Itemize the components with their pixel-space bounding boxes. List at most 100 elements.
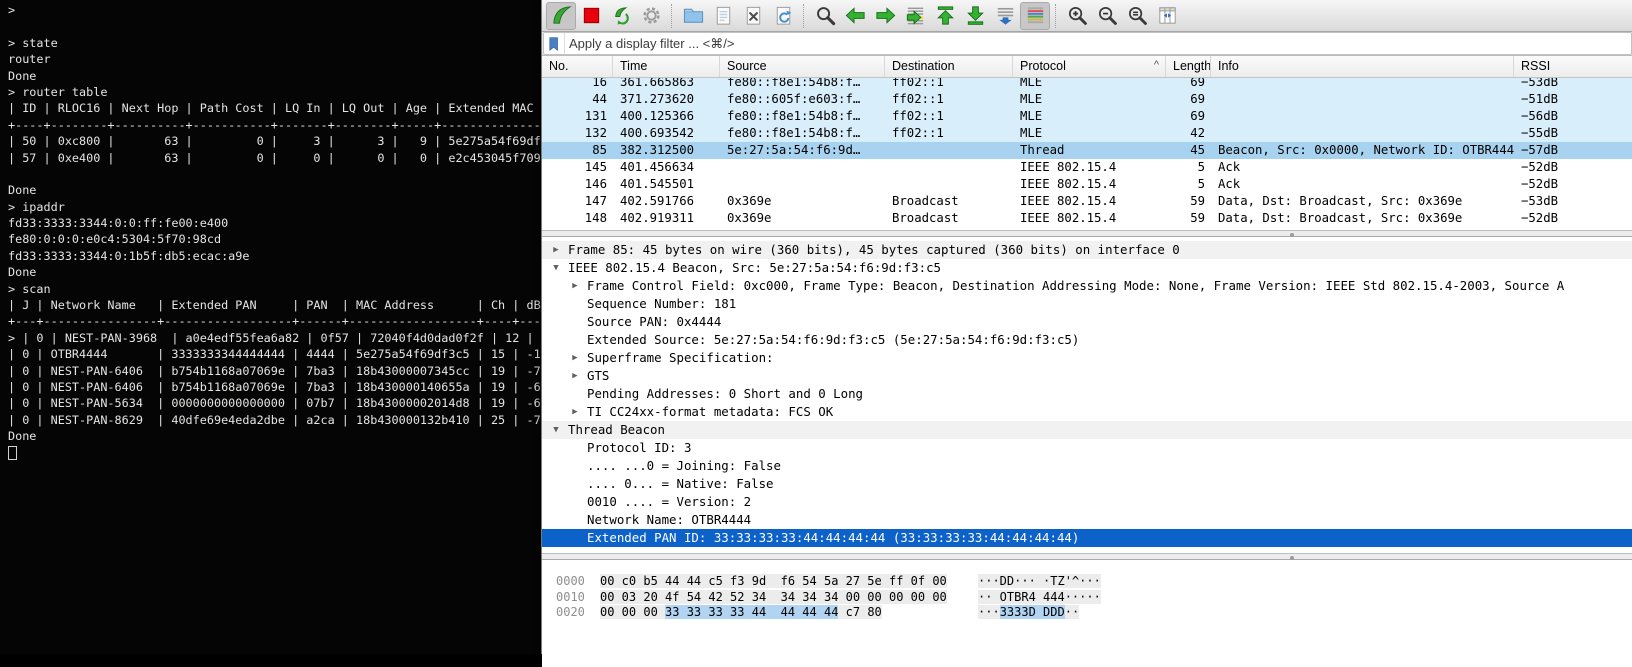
packet-row[interactable]: 145401.456634IEEE 802.15.45Ack−52dB bbox=[542, 159, 1632, 176]
bookmark-icon[interactable] bbox=[544, 33, 565, 54]
packet-row[interactable]: 132400.693542fe80::f8e1:54b8:f…ff02::1ML… bbox=[542, 125, 1632, 142]
detail-row[interactable]: .... ...0 = Joining: False bbox=[542, 457, 1632, 475]
previous-packet-button[interactable] bbox=[840, 2, 870, 30]
expand-arrow-icon[interactable]: ▶ bbox=[569, 349, 581, 367]
cell-src: fe80::f8e1:54b8:f… bbox=[720, 125, 885, 142]
zoom-in-button[interactable] bbox=[1062, 2, 1092, 30]
terminal-line: > ipaddr bbox=[8, 199, 556, 215]
expand-arrow-icon[interactable]: ▶ bbox=[569, 367, 581, 385]
detail-text: Extended PAN ID: 33:33:33:33:44:44:44:44… bbox=[587, 529, 1079, 547]
collapse-arrow-icon[interactable]: ▼ bbox=[550, 421, 562, 439]
start-capture-button[interactable] bbox=[546, 2, 576, 30]
terminal-line: fe80:0:0:0:e0c4:5304:5f70:98cd bbox=[8, 231, 556, 247]
save-file-button[interactable] bbox=[708, 2, 738, 30]
terminal-window[interactable]: >> staterouterDone> router table| ID | R… bbox=[0, 0, 556, 654]
hex-row[interactable]: 000000 c0 b5 44 44 c5 f3 9d f6 54 5a 27 … bbox=[542, 574, 1632, 590]
open-file-button[interactable] bbox=[678, 2, 708, 30]
column-header-src[interactable]: Source bbox=[720, 56, 885, 77]
packet-list: 16361.665863fe80::f8e1:54b8:f…ff02::1MLE… bbox=[542, 78, 1632, 230]
detail-row[interactable]: ▶TI CC24xx-format metadata: FCS OK bbox=[542, 403, 1632, 421]
collapse-arrow-icon[interactable]: ▼ bbox=[550, 259, 562, 277]
last-packet-button[interactable] bbox=[960, 2, 990, 30]
detail-row[interactable]: ▶Frame 85: 45 bytes on wire (360 bits), … bbox=[542, 241, 1632, 259]
reload-file-button[interactable] bbox=[768, 2, 798, 30]
packet-row[interactable]: 147402.5917660x369eBroadcastIEEE 802.15.… bbox=[542, 193, 1632, 210]
ascii-bytes: ···3333D DDD·· bbox=[978, 605, 1079, 620]
column-header-no[interactable]: No. bbox=[542, 56, 613, 77]
display-filter-input[interactable] bbox=[565, 36, 1631, 51]
packet-row[interactable]: 131400.125366fe80::f8e1:54b8:f…ff02::1ML… bbox=[542, 108, 1632, 125]
detail-row[interactable]: Pending Addresses: 0 Short and 0 Long bbox=[542, 385, 1632, 403]
expand-arrow-icon[interactable]: ▶ bbox=[569, 403, 581, 421]
expand-arrow-icon[interactable]: ▶ bbox=[569, 277, 581, 295]
column-header-len[interactable]: Length bbox=[1166, 56, 1211, 77]
detail-row[interactable]: ▶Frame Control Field: 0xc000, Frame Type… bbox=[542, 277, 1632, 295]
detail-row[interactable]: ▼ Thread Beacon bbox=[542, 421, 1632, 439]
next-packet-button[interactable] bbox=[870, 2, 900, 30]
zoom-original-button[interactable] bbox=[1122, 2, 1152, 30]
packet-row[interactable]: 148402.9193110x369eBroadcastIEEE 802.15.… bbox=[542, 210, 1632, 227]
cell-len: 69 bbox=[1166, 91, 1211, 108]
arrow-left-icon bbox=[844, 4, 867, 27]
resize-columns-button[interactable] bbox=[1152, 2, 1182, 30]
packet-list-header: No.TimeSourceDestinationProtocol^LengthI… bbox=[542, 56, 1632, 78]
terminal-line: > | 0 | NEST-PAN-3968 | a0e4edf55fea6a82… bbox=[8, 330, 556, 346]
wireshark-window: No.TimeSourceDestinationProtocol^LengthI… bbox=[541, 0, 1632, 654]
column-header-rssi[interactable]: RSSI bbox=[1514, 56, 1632, 77]
packet-row-selected[interactable]: 85382.3125005e:27:5a:54:f6:9d…Thread45Be… bbox=[542, 142, 1632, 159]
colorize-button[interactable] bbox=[1020, 2, 1050, 30]
goto-packet-icon bbox=[904, 4, 927, 27]
pane-splitter-upper[interactable] bbox=[542, 230, 1632, 237]
terminal-line: | 50 | 0xc800 | 63 | 0 | 3 | 3 | 9 | 5e2… bbox=[8, 133, 556, 149]
hex-row[interactable]: 002000 00 00 33 33 33 33 44 44 44 44 c7 … bbox=[542, 605, 1632, 621]
detail-row[interactable]: .... 0... = Native: False bbox=[542, 475, 1632, 493]
cell-src: 0x369e bbox=[720, 210, 885, 227]
reload-icon bbox=[772, 4, 795, 27]
splitter-handle-dot bbox=[1290, 556, 1294, 560]
terminal-line: > state bbox=[8, 35, 556, 51]
column-header-dst[interactable]: Destination bbox=[885, 56, 1013, 77]
detail-row[interactable]: Extended Source: 5e:27:5a:54:f6:9d:f3:c5… bbox=[542, 331, 1632, 349]
detail-row[interactable]: Sequence Number: 181 bbox=[542, 295, 1632, 313]
cell-proto: MLE bbox=[1013, 108, 1166, 125]
close-file-icon bbox=[742, 4, 765, 27]
detail-row-selected[interactable]: Extended PAN ID: 33:33:33:33:44:44:44:44… bbox=[542, 529, 1632, 547]
capture-options-button[interactable] bbox=[636, 2, 666, 30]
close-file-button[interactable] bbox=[738, 2, 768, 30]
zoom-out-button[interactable] bbox=[1092, 2, 1122, 30]
detail-row[interactable]: Network Name: OTBR4444 bbox=[542, 511, 1632, 529]
detail-row[interactable]: ▶GTS bbox=[542, 367, 1632, 385]
terminal-line: | 0 | NEST-PAN-8629 | 40dfe69e4eda2dbe |… bbox=[8, 412, 556, 428]
find-packet-button[interactable] bbox=[810, 2, 840, 30]
terminal-output: >> staterouterDone> router table| ID | R… bbox=[0, 0, 556, 461]
pane-splitter-lower[interactable] bbox=[542, 553, 1632, 560]
detail-row[interactable]: ▼IEEE 802.15.4 Beacon, Src: 5e:27:5a:54:… bbox=[542, 259, 1632, 277]
toolbar-separator bbox=[803, 4, 805, 28]
column-header-time[interactable]: Time bbox=[613, 56, 720, 77]
detail-text: Thread Beacon bbox=[568, 421, 665, 439]
detail-row[interactable]: ▶Superframe Specification: bbox=[542, 349, 1632, 367]
go-to-packet-button[interactable] bbox=[900, 2, 930, 30]
auto-scroll-button[interactable] bbox=[990, 2, 1020, 30]
stop-capture-button[interactable] bbox=[576, 2, 606, 30]
detail-row[interactable]: Protocol ID: 3 bbox=[542, 439, 1632, 457]
cell-no: 147 bbox=[542, 193, 613, 210]
packet-row[interactable]: 16361.665863fe80::f8e1:54b8:f…ff02::1MLE… bbox=[542, 78, 1632, 91]
packet-row[interactable]: 146401.545501IEEE 802.15.45Ack−52dB bbox=[542, 176, 1632, 193]
cell-no: 44 bbox=[542, 91, 613, 108]
column-header-info[interactable]: Info bbox=[1211, 56, 1514, 77]
packet-row[interactable]: 44371.273620fe80::605f:e603:f…ff02::1MLE… bbox=[542, 91, 1632, 108]
fin-icon bbox=[550, 4, 573, 27]
cell-src: fe80::f8e1:54b8:f… bbox=[720, 108, 885, 125]
column-header-proto[interactable]: Protocol^ bbox=[1013, 56, 1166, 77]
cell-dst: ff02::1 bbox=[885, 125, 1013, 142]
hex-row[interactable]: 001000 03 20 4f 54 42 52 34 34 34 34 00 … bbox=[542, 590, 1632, 606]
first-packet-button[interactable] bbox=[930, 2, 960, 30]
expand-arrow-icon[interactable]: ▶ bbox=[550, 241, 562, 259]
arrow-up-bar-icon bbox=[934, 4, 957, 27]
toolbar-separator bbox=[1055, 4, 1057, 28]
detail-text: .... ...0 = Joining: False bbox=[587, 457, 781, 475]
detail-row[interactable]: 0010 .... = Version: 2 bbox=[542, 493, 1632, 511]
restart-capture-button[interactable] bbox=[606, 2, 636, 30]
detail-row[interactable]: Source PAN: 0x4444 bbox=[542, 313, 1632, 331]
